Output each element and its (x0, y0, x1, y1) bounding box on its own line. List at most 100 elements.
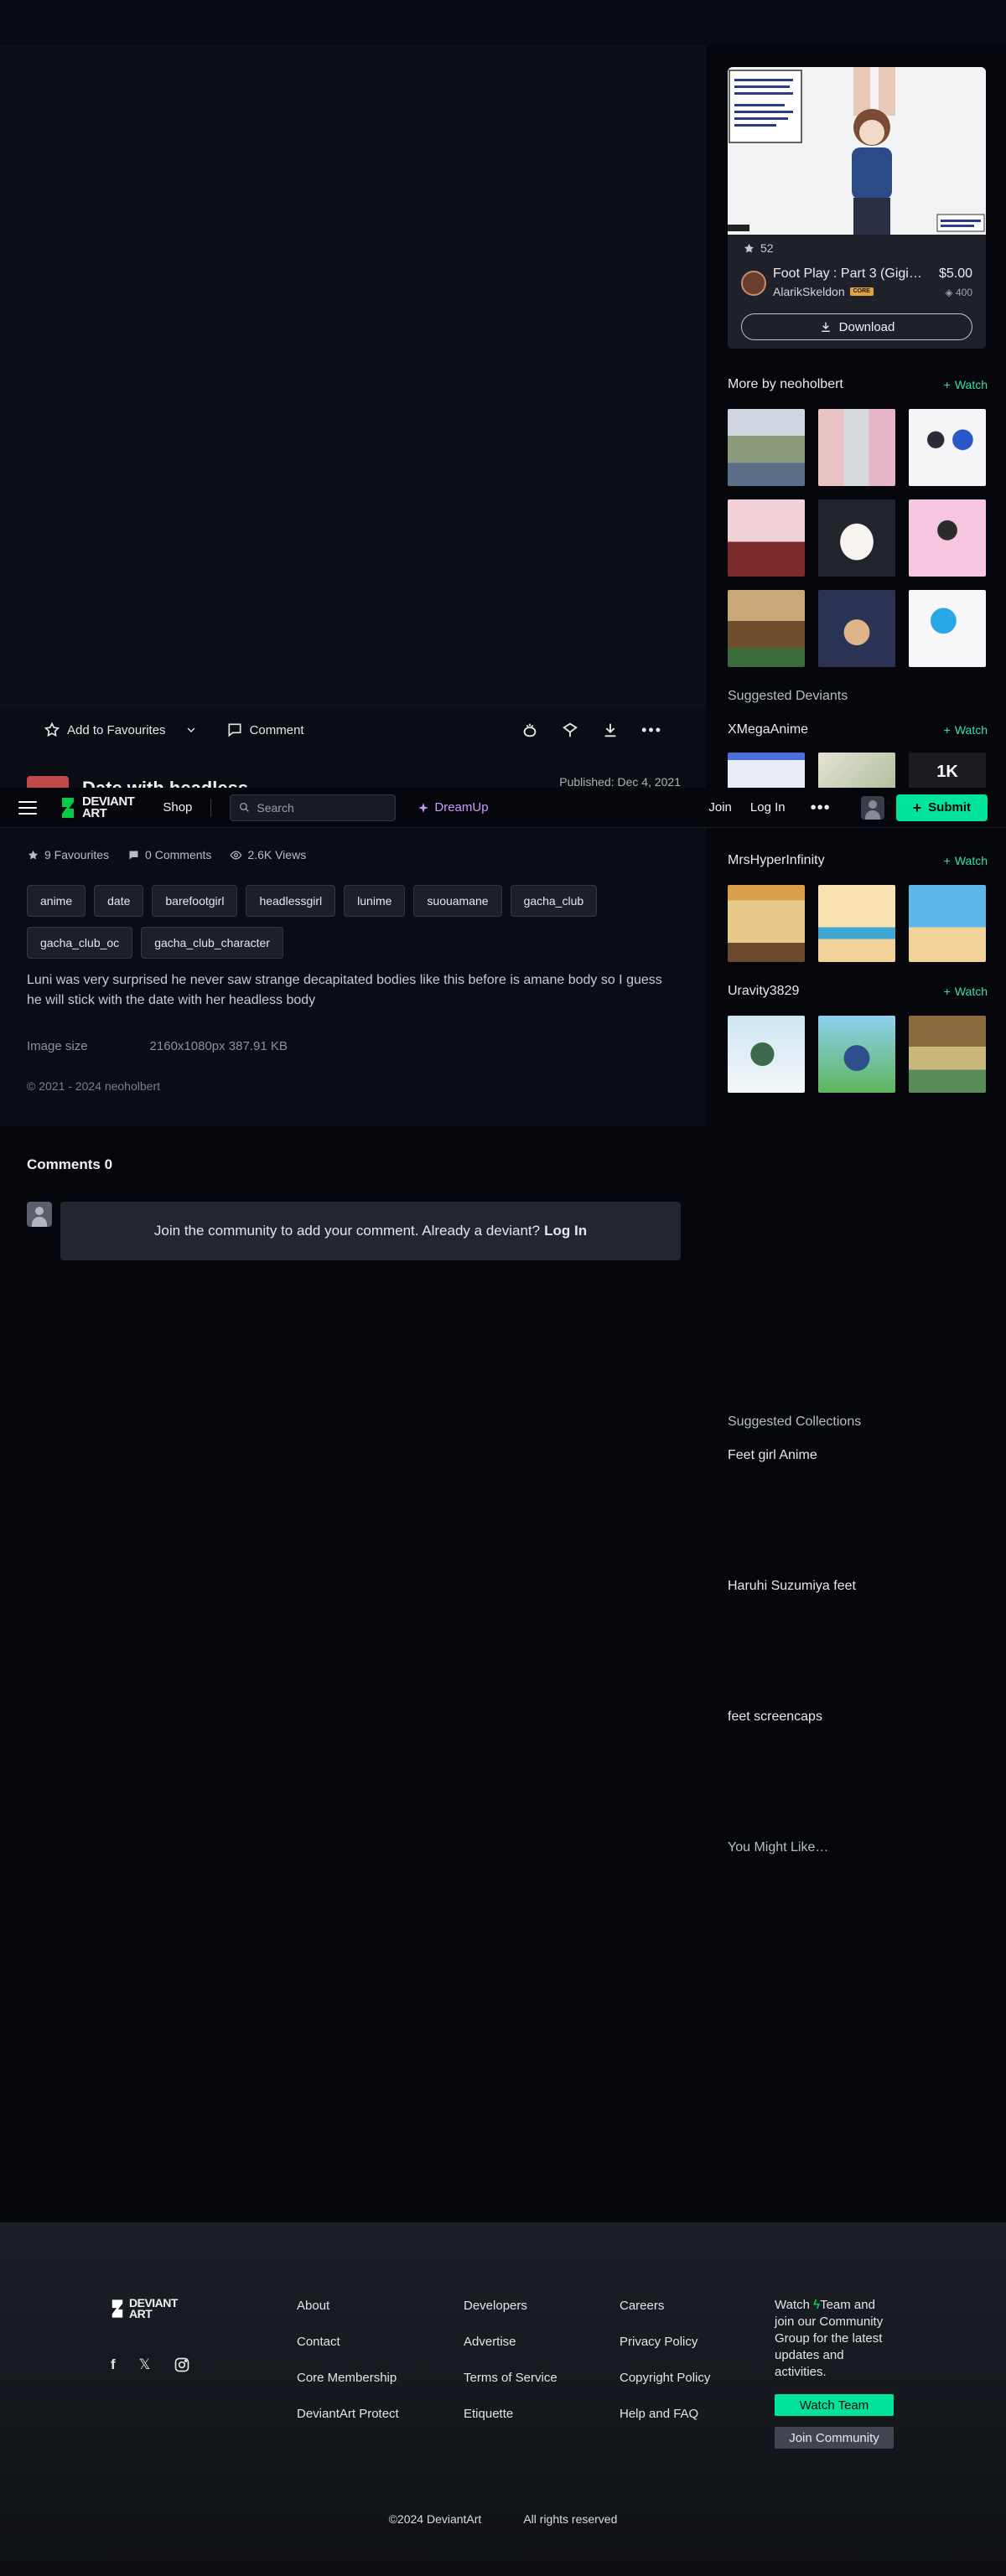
footer-logo[interactable]: DEVIANT ART (111, 2297, 178, 2320)
dreamup-link[interactable]: DreamUp (417, 800, 489, 815)
watch-deviant-button[interactable]: + Watch (944, 985, 988, 998)
more-by-grid (728, 409, 988, 667)
badge-give-icon[interactable] (521, 721, 539, 739)
gift-icon[interactable] (561, 721, 579, 739)
views-stat: 2.6K Views (230, 848, 306, 861)
deviant-thumbnail[interactable] (728, 753, 805, 788)
login-link[interactable]: Log In (750, 800, 786, 815)
more-menu-icon[interactable]: ••• (811, 799, 831, 816)
more-by-thumbnail[interactable] (728, 409, 805, 486)
join-link[interactable]: Join (708, 800, 732, 815)
join-community-prompt[interactable]: Join the community to add your comment. … (60, 1202, 681, 1260)
suggested-deviant-header: XMegaAnime + Watch (728, 722, 988, 737)
tag-date[interactable]: date (94, 885, 144, 917)
footer-link-privacy[interactable]: Privacy Policy (620, 2335, 710, 2349)
plus-icon: + (943, 378, 951, 391)
deviant-thumbnail[interactable] (818, 885, 895, 962)
search-box[interactable] (230, 794, 397, 821)
more-by-thumbnail[interactable] (909, 409, 986, 486)
copyright-notice: © 2021 - 2024 neoholbert (27, 1079, 160, 1093)
suggested-collections-heading: Suggested Collections (728, 1415, 862, 1429)
footer-link-contact[interactable]: Contact (297, 2335, 399, 2349)
watch-deviant-button[interactable]: + Watch (944, 854, 988, 867)
x-icon[interactable]: 𝕏 (139, 2356, 151, 2373)
deviant-thumbnail[interactable] (818, 753, 895, 788)
collection-title[interactable]: Feet girl Anime (728, 1448, 817, 1463)
facebook-icon[interactable]: f (111, 2356, 116, 2373)
user-avatar[interactable] (860, 795, 884, 820)
more-by-thumbnail[interactable] (909, 590, 986, 667)
menu-icon[interactable] (18, 800, 37, 815)
tag-gacha-club-oc[interactable]: gacha_club_oc (27, 927, 133, 959)
tag-barefootgirl[interactable]: barefootgirl (152, 885, 238, 917)
more-by-thumbnail[interactable] (728, 499, 805, 577)
deviation-stats: 9 Favourites 0 Comments 2.6K Views (27, 848, 306, 861)
product-price: $5.00 (938, 266, 972, 281)
more-by-thumbnail[interactable] (818, 590, 895, 667)
search-icon (240, 802, 250, 812)
product-image[interactable] (728, 67, 986, 235)
you-might-like-heading: You Might Like… (728, 1840, 829, 1854)
product-author[interactable]: AlarikSkeldon CORE (773, 285, 874, 298)
comment-login-link[interactable]: Log In (544, 1223, 587, 1239)
product-card[interactable]: 52 Foot Play : Part 3 (Gigi C... $5.00 A… (728, 67, 986, 349)
suggested-deviant-name[interactable]: XMegaAnime (728, 722, 808, 737)
deviant-thumbnail[interactable]: 1K (909, 753, 986, 788)
plus-icon: + (943, 985, 951, 998)
footer-watch-team-text: Watch ϟTeam and join our Community Group… (775, 2297, 892, 2381)
footer-link-developers[interactable]: Developers (464, 2299, 557, 2313)
footer-link-about[interactable]: About (297, 2299, 399, 2313)
watch-deviant-button[interactable]: + Watch (944, 723, 988, 737)
tag-gacha-club[interactable]: gacha_club (510, 885, 598, 917)
footer-link-deviantart-protect[interactable]: DeviantArt Protect (297, 2407, 399, 2421)
comment-icon (129, 851, 138, 859)
tag-anime[interactable]: anime (27, 885, 86, 917)
footer-link-help[interactable]: Help and FAQ (620, 2407, 710, 2421)
logo-text-line2: ART (82, 805, 107, 820)
comment-button[interactable]: Comment (226, 722, 304, 738)
deviation-image-stage[interactable] (0, 45, 706, 707)
search-input[interactable] (257, 800, 383, 815)
deviant-thumbnail[interactable] (818, 1016, 895, 1093)
suggested-deviant-name[interactable]: MrsHyperInfinity (728, 853, 825, 868)
watch-neoholbert-button[interactable]: + Watch (944, 378, 988, 391)
product-title[interactable]: Foot Play : Part 3 (Gigi C... (773, 266, 924, 282)
collection-title[interactable]: Haruhi Suzumiya feet (728, 1579, 856, 1594)
submit-button[interactable]: + Submit (895, 794, 988, 821)
tag-gacha-club-character[interactable]: gacha_club_character (141, 927, 283, 959)
more-options-icon[interactable]: ••• (641, 722, 662, 739)
footer-link-advertise[interactable]: Advertise (464, 2335, 557, 2349)
instagram-icon[interactable] (174, 2356, 190, 2373)
collection-title[interactable]: feet screencaps (728, 1710, 822, 1725)
footer-copyright: ©2024 DeviantArt (388, 2512, 482, 2526)
download-icon[interactable] (601, 721, 620, 739)
footer-link-careers[interactable]: Careers (620, 2299, 710, 2313)
star-icon (29, 850, 38, 859)
image-size-label: Image size (27, 1039, 88, 1053)
more-by-thumbnail[interactable] (728, 590, 805, 667)
watch-team-button[interactable]: Watch Team (775, 2394, 894, 2416)
more-by-title[interactable]: More by neoholbert (728, 377, 843, 392)
more-by-thumbnail[interactable] (909, 499, 986, 577)
shop-link[interactable]: Shop (163, 800, 192, 815)
footer-link-copyright-policy[interactable]: Copyright Policy (620, 2371, 710, 2385)
tag-headlessgirl[interactable]: headlessgirl (246, 885, 336, 917)
footer-link-terms[interactable]: Terms of Service (464, 2371, 557, 2385)
tag-suouamane[interactable]: suouamane (413, 885, 502, 917)
more-by-thumbnail[interactable] (818, 409, 895, 486)
download-button[interactable]: Download (741, 313, 972, 340)
more-by-thumbnail[interactable] (818, 499, 895, 577)
deviantart-logo[interactable]: DEVIANT ART (60, 795, 135, 820)
deviant-thumbnail[interactable] (728, 1016, 805, 1093)
chevron-down-icon[interactable] (184, 723, 198, 737)
deviant-thumbnail[interactable] (909, 1016, 986, 1093)
suggested-deviant-name[interactable]: Uravity3829 (728, 984, 799, 999)
add-to-favourites-button[interactable]: Add to Favourites (44, 722, 198, 738)
footer-link-core-membership[interactable]: Core Membership (297, 2371, 399, 2385)
footer-link-etiquette[interactable]: Etiquette (464, 2407, 557, 2421)
deviant-thumbnail[interactable] (909, 885, 986, 962)
tag-lunime[interactable]: lunime (344, 885, 406, 917)
join-community-button[interactable]: Join Community (775, 2427, 894, 2449)
deviant-thumbnail[interactable] (728, 885, 805, 962)
product-author-avatar[interactable] (741, 271, 766, 296)
